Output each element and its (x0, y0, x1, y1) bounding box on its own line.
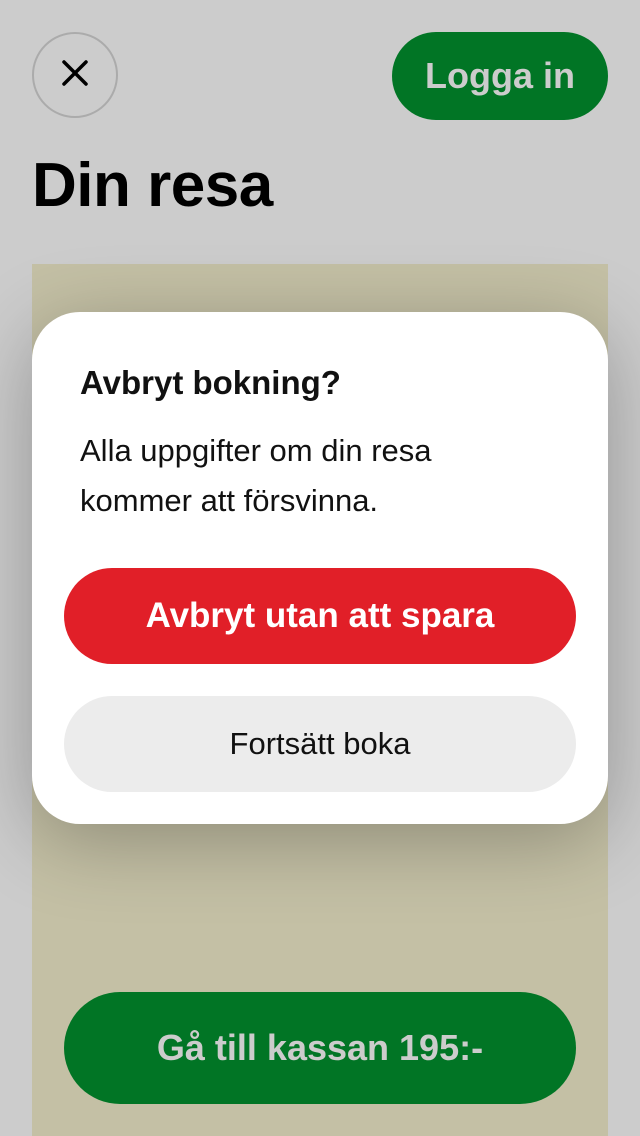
dialog-title: Avbryt bokning? (80, 364, 341, 401)
continue-booking-button[interactable]: Fortsätt boka (64, 696, 576, 792)
cancel-booking-dialog: Avbryt bokning? Alla uppgifter om din re… (32, 312, 608, 824)
cancel-without-saving-button[interactable]: Avbryt utan att spara (64, 568, 576, 664)
dialog-message: Alla uppgifter om din resa kommer att fö… (80, 433, 432, 518)
